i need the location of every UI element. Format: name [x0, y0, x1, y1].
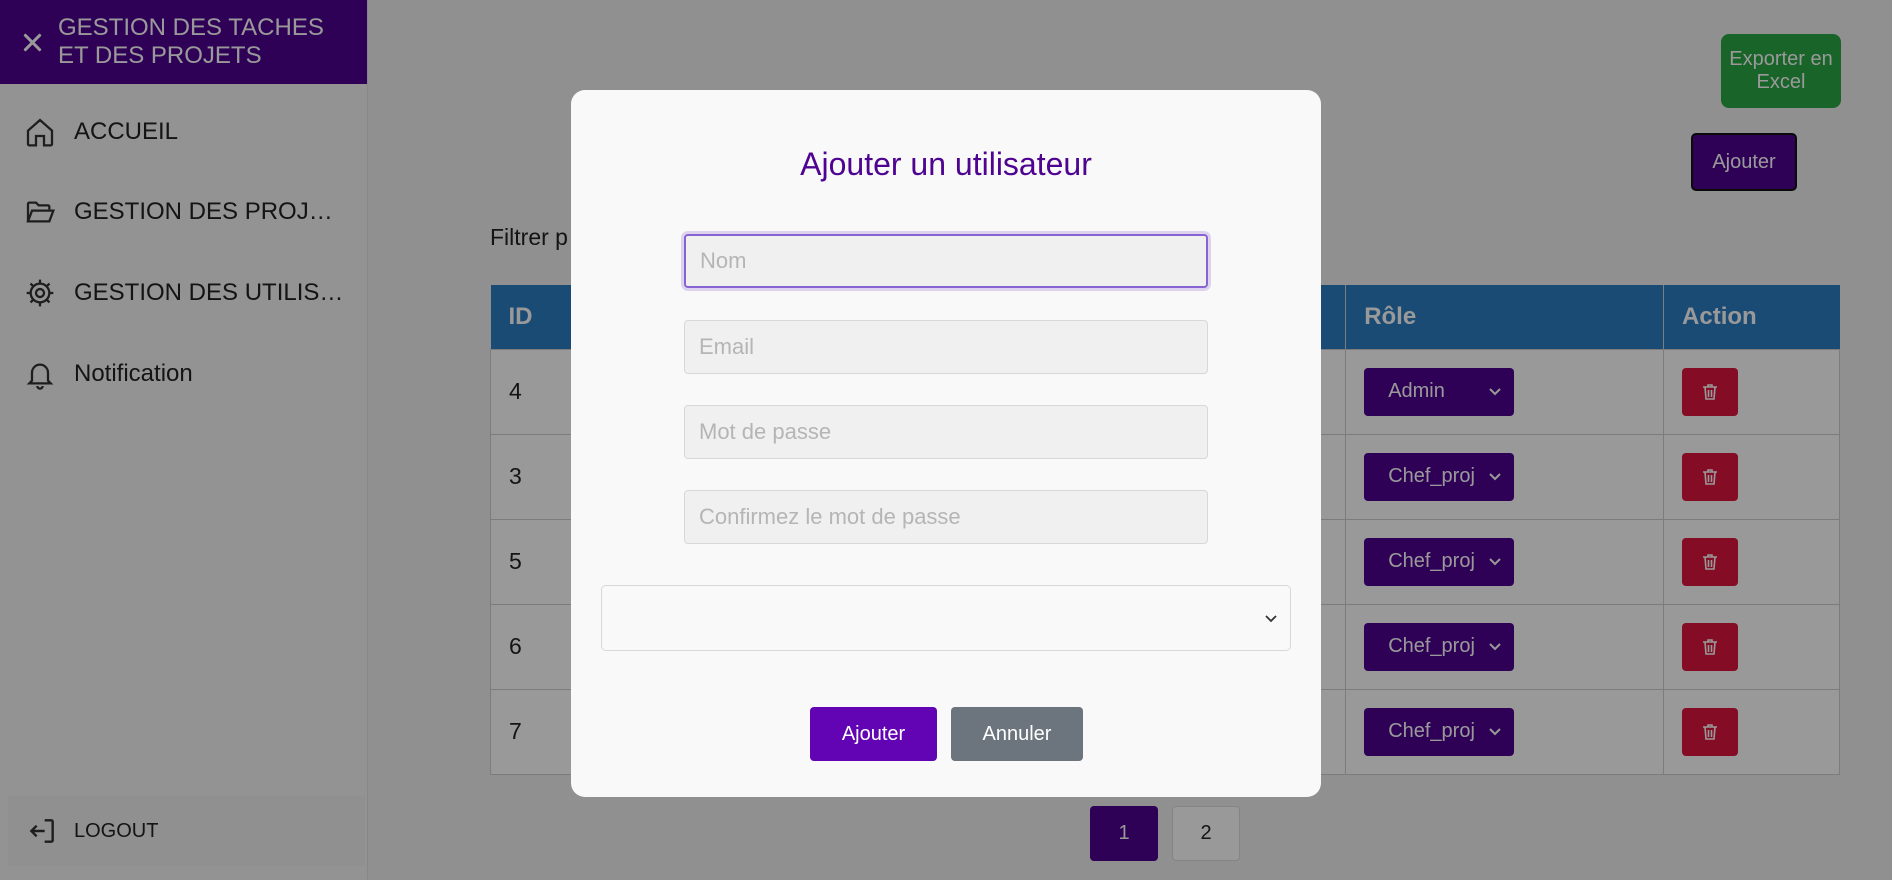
add-user-modal: Ajouter un utilisateur Ajouter Annuler — [571, 90, 1321, 797]
modal-title: Ajouter un utilisateur — [800, 146, 1092, 182]
chevron-down-icon — [1265, 615, 1277, 623]
submit-add-button[interactable]: Ajouter — [810, 707, 937, 761]
password-field[interactable] — [684, 405, 1208, 459]
cancel-button[interactable]: Annuler — [951, 707, 1083, 761]
confirm-password-field[interactable] — [684, 490, 1208, 544]
email-field[interactable] — [684, 320, 1208, 374]
role-dropdown[interactable] — [601, 585, 1291, 651]
name-field[interactable] — [684, 234, 1208, 288]
